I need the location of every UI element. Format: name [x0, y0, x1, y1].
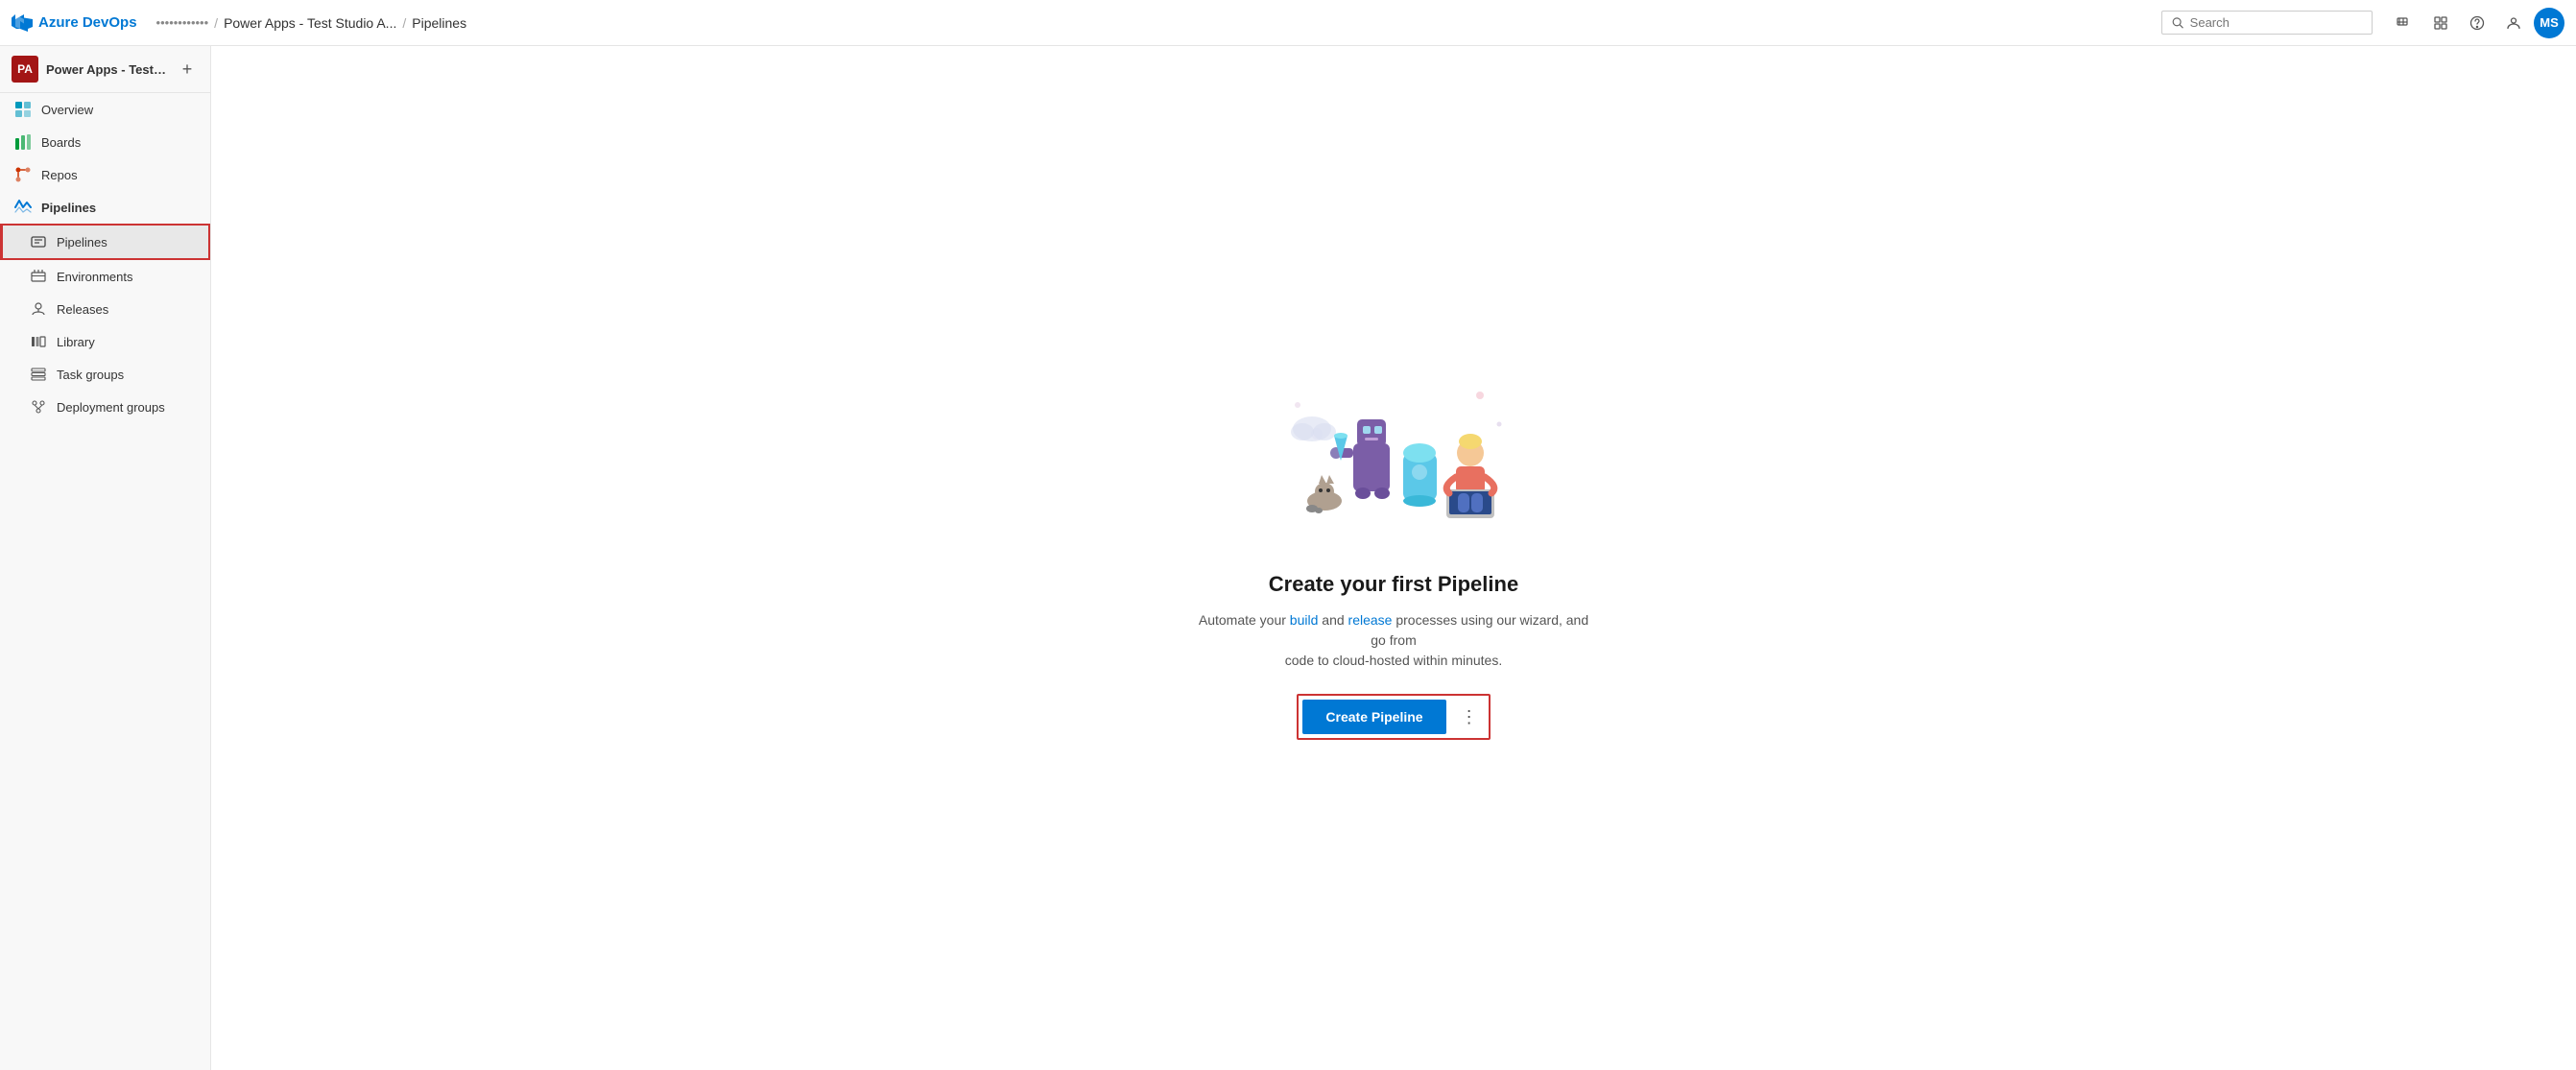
main-content: Create your first Pipeline Automate your…: [211, 46, 2576, 1070]
add-project-button[interactable]: +: [176, 58, 199, 81]
sidebar-item-overview[interactable]: Overview: [0, 93, 210, 126]
pipelines-header-icon: [14, 199, 32, 216]
notifications-icon: [2397, 15, 2412, 31]
pipelines-sub-icon: [30, 233, 47, 250]
breadcrumb-org: ••••••••••••: [156, 15, 209, 30]
body-layout: PA Power Apps - Test Stud... + Overview: [0, 46, 2576, 1070]
shopping-button[interactable]: [2424, 7, 2457, 39]
breadcrumb: •••••••••••• / Power Apps - Test Studio …: [156, 15, 2154, 31]
sidebar-item-task-groups[interactable]: Task groups: [0, 358, 210, 391]
more-options-icon: ⋮: [1461, 707, 1478, 727]
sidebar: PA Power Apps - Test Stud... + Overview: [0, 46, 211, 1070]
sidebar-item-environments[interactable]: Environments: [0, 260, 210, 293]
sidebar-item-pipelines-sub[interactable]: Pipelines: [0, 224, 210, 260]
sidebar-item-library-label: Library: [57, 335, 95, 349]
app-logo[interactable]: Azure DevOps: [12, 12, 137, 34]
repos-icon: [14, 166, 32, 183]
deployment-groups-icon: [30, 398, 47, 416]
sidebar-item-repos-label: Repos: [41, 168, 78, 182]
project-avatar: PA: [12, 56, 38, 83]
boards-icon: [14, 133, 32, 151]
sidebar-item-library[interactable]: Library: [0, 325, 210, 358]
help-button[interactable]: [2461, 7, 2493, 39]
sidebar-item-deployment-groups[interactable]: Deployment groups: [0, 391, 210, 423]
empty-state-description: Automate your build and release processe…: [1192, 610, 1595, 671]
marketplace-icon: [2433, 15, 2448, 31]
sidebar-item-task-groups-label: Task groups: [57, 368, 124, 382]
app-name: Azure DevOps: [38, 14, 137, 31]
search-box[interactable]: [2161, 11, 2373, 35]
releases-icon: [30, 300, 47, 318]
project-header: PA Power Apps - Test Stud... +: [0, 46, 210, 93]
action-row: Create Pipeline ⋮: [1297, 694, 1490, 740]
sidebar-item-deployment-groups-label: Deployment groups: [57, 400, 165, 415]
library-icon: [30, 333, 47, 350]
more-options-button[interactable]: ⋮: [1454, 700, 1485, 734]
sidebar-item-repos[interactable]: Repos: [0, 158, 210, 191]
profile-settings-button[interactable]: [2497, 7, 2530, 39]
breadcrumb-current: Pipelines: [412, 15, 466, 31]
top-nav: Azure DevOps •••••••••••• / Power Apps -…: [0, 0, 2576, 46]
breadcrumb-sep2: /: [402, 15, 406, 31]
user-avatar-button[interactable]: MS: [2534, 8, 2564, 38]
sidebar-item-overview-label: Overview: [41, 103, 93, 117]
overview-icon: [14, 101, 32, 118]
environments-icon: [30, 268, 47, 285]
sidebar-item-environments-label: Environments: [57, 270, 132, 284]
search-input[interactable]: [2190, 15, 2362, 30]
header-icons: MS: [2388, 7, 2564, 39]
azure-devops-logo-icon: [12, 12, 33, 34]
build-link[interactable]: build: [1290, 612, 1319, 628]
help-icon: [2469, 15, 2485, 31]
breadcrumb-project[interactable]: Power Apps - Test Studio A...: [224, 15, 396, 31]
user-icon: [2506, 15, 2521, 31]
empty-state: Create your first Pipeline Automate your…: [1154, 338, 1634, 778]
sidebar-item-boards-label: Boards: [41, 135, 81, 150]
sidebar-item-releases-label: Releases: [57, 302, 108, 317]
create-pipeline-button[interactable]: Create Pipeline: [1302, 700, 1445, 734]
sidebar-item-pipelines-header[interactable]: Pipelines: [0, 191, 210, 224]
sidebar-item-releases[interactable]: Releases: [0, 293, 210, 325]
search-icon: [2172, 16, 2184, 30]
task-groups-icon: [30, 366, 47, 383]
sidebar-item-pipelines-sub-label: Pipelines: [57, 235, 107, 250]
empty-state-title: Create your first Pipeline: [1269, 572, 1518, 597]
sidebar-item-pipelines-header-label: Pipelines: [41, 201, 96, 215]
release-link[interactable]: release: [1348, 612, 1393, 628]
notifications-button[interactable]: [2388, 7, 2421, 39]
sidebar-item-boards[interactable]: Boards: [0, 126, 210, 158]
project-name: Power Apps - Test Stud...: [46, 62, 168, 77]
pipeline-illustration: [1269, 376, 1518, 549]
breadcrumb-sep1: /: [214, 15, 218, 31]
